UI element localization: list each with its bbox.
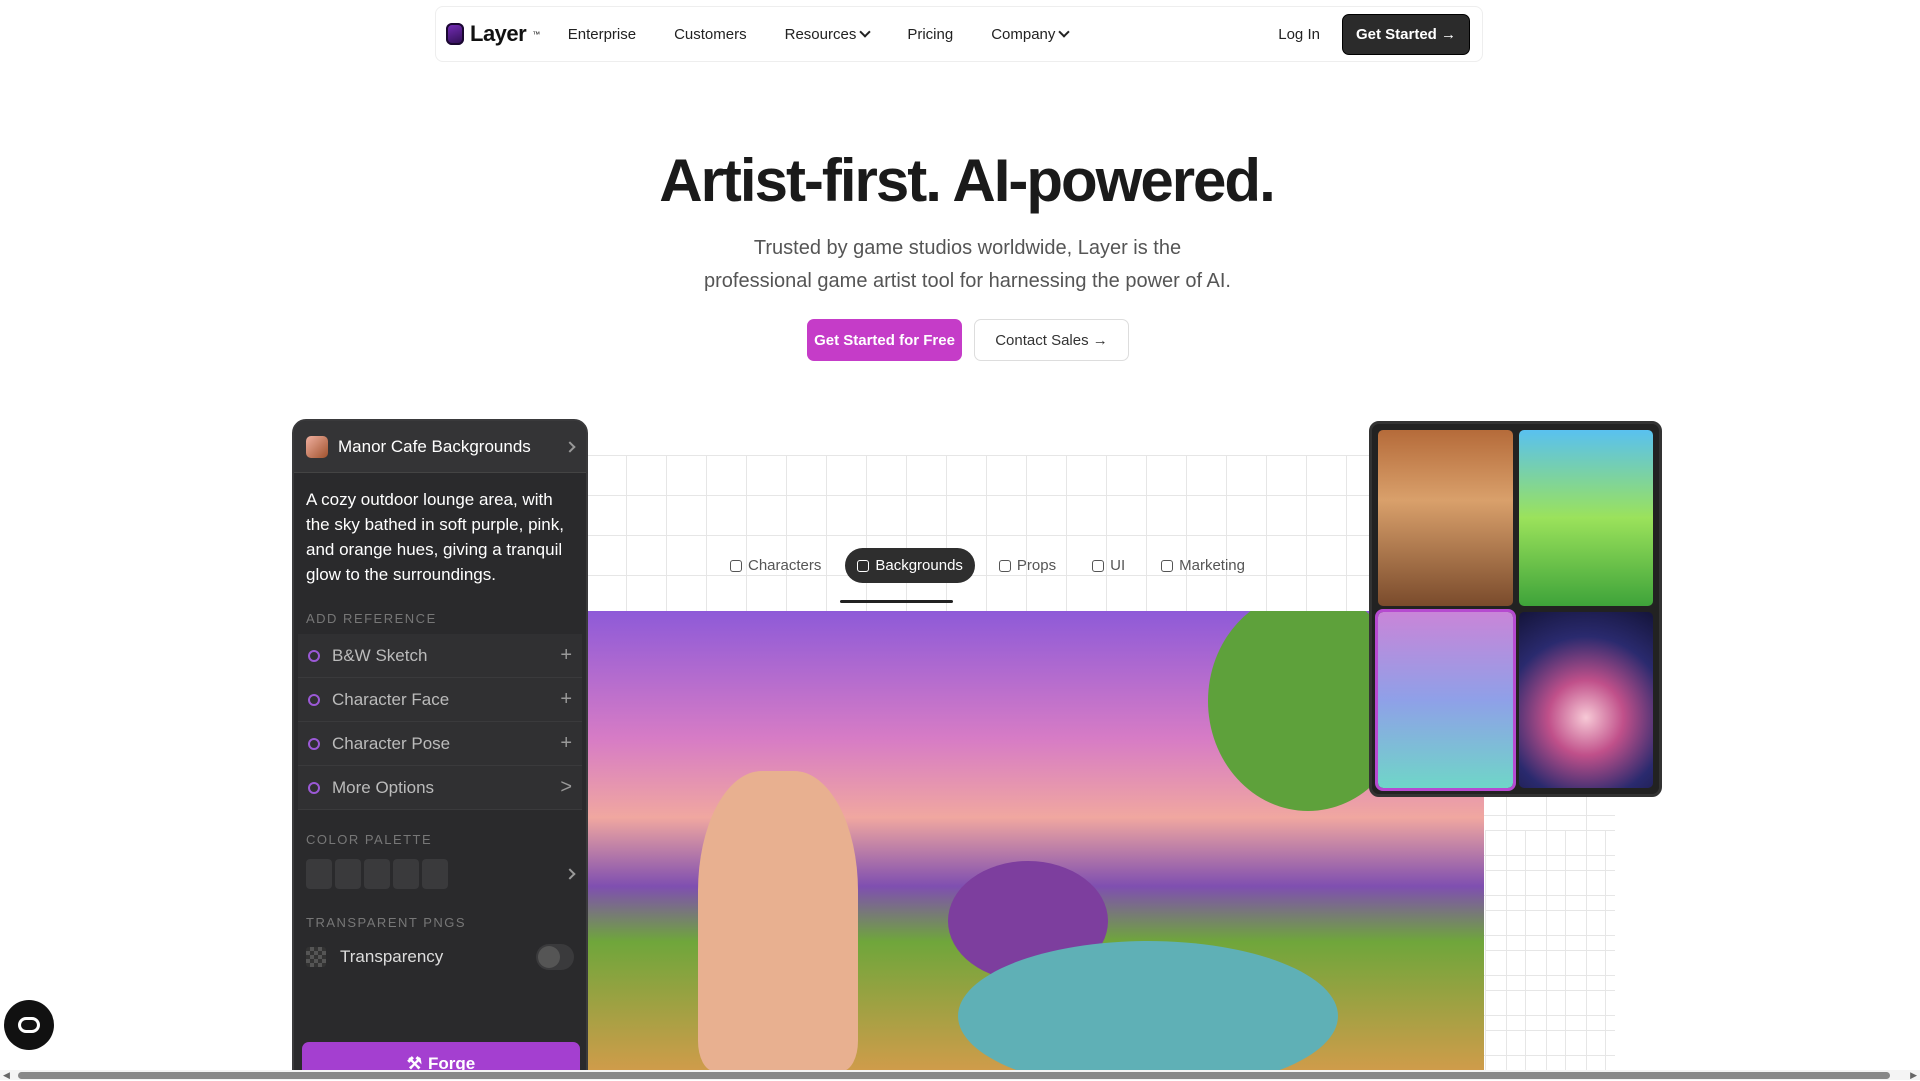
scroll-right-icon[interactable]: ▶ [1910,1070,1917,1081]
hero-subtitle: Trusted by game studios worldwide, Layer… [704,237,1231,292]
generated-gallery [1369,421,1662,797]
panel-title: Manor Cafe Backgrounds [338,436,531,456]
color-swatch[interactable] [335,859,361,889]
chevron-right-icon[interactable] [564,868,576,880]
gallery-thumb-cupcake[interactable] [1518,612,1653,788]
option-bw-sketch[interactable]: B&W Sketch + [298,634,582,678]
tab-backgrounds[interactable]: Backgrounds [845,548,975,583]
more-vertical-icon [308,781,320,794]
login-link[interactable]: Log In [1278,26,1320,43]
tab-label: Characters [748,557,822,574]
add-reference-label: ADD REFERENCE [306,611,437,626]
tab-characters[interactable]: Characters [718,548,833,583]
layer-logo-icon [446,23,464,45]
trademark: ™ [532,29,540,39]
gallery-thumb-fountain-selected[interactable] [1375,609,1516,791]
prompt-text[interactable]: A cozy outdoor lounge area, with the sky… [294,473,586,597]
plus-icon: + [560,732,572,754]
pose-icon [308,737,320,750]
category-tabs: Characters Backgrounds Props UI Marketin… [718,548,1257,583]
nav-item-company[interactable]: Company [991,25,1071,43]
color-palette[interactable] [294,855,586,893]
chat-icon [18,1017,40,1033]
logo[interactable]: Layer ™ [446,21,540,47]
gallery-thumb-desert[interactable] [1378,430,1513,606]
chevron-right-icon: > [560,776,572,798]
chevron-right-icon [564,440,576,453]
get-started-free-button[interactable]: Get Started for Free [807,319,962,361]
option-label: More Options [332,777,435,797]
chevron-down-icon [859,26,871,38]
nav-label: Enterprise [567,25,637,43]
chat-widget-button[interactable] [4,1000,54,1050]
get-started-button[interactable]: Get Started → [1341,13,1470,55]
gallery-thumb-bunnies[interactable] [1518,430,1653,606]
transparency-icon [306,947,326,967]
nav-item-resources[interactable]: Resources [784,25,871,43]
generated-background-image [588,611,1484,1070]
person-icon [730,559,742,572]
face-icon [308,693,320,706]
scrollbar-thumb[interactable] [18,1072,1890,1079]
nav-label: Customers [674,25,747,43]
option-more-options[interactable]: More Options > [298,766,582,810]
logo-text: Layer [470,21,527,46]
plus-icon: + [560,644,572,666]
option-label: Character Face [332,689,450,709]
nav-item-pricing[interactable]: Pricing [907,26,953,43]
chevron-down-icon [1058,26,1071,38]
top-navbar: Layer ™ Enterprise Customers Resources Pr… [435,6,1483,62]
scroll-left-icon[interactable]: ◀ [3,1070,10,1081]
transparency-label: Transparency [340,947,444,966]
tab-label: UI [1110,557,1126,574]
nav-label: Company [991,25,1056,43]
tab-label: Backgrounds [875,557,963,574]
horizontal-scrollbar[interactable]: ◀ ▶ [0,1070,1920,1080]
tab-marketing[interactable]: Marketing [1149,548,1257,583]
color-swatch[interactable] [364,859,390,889]
transparency-row: Transparency [294,938,586,976]
person-icon [998,559,1011,572]
nav-item-enterprise[interactable]: Enterprise [568,26,636,43]
color-swatch[interactable] [422,859,448,889]
card-icon [1161,559,1174,572]
grid-icon [1092,559,1105,572]
option-character-face[interactable]: Character Face + [298,678,582,722]
nav-actions: Log In Get Started → [1278,13,1470,55]
sketch-icon [308,649,320,662]
color-palette-label: COLOR PALETTE [306,832,433,847]
canvas-grid-edge [1485,830,1615,1070]
plus-icon: + [560,688,572,710]
color-swatch[interactable] [306,859,332,889]
generation-panel: Manor Cafe Backgrounds A cozy outdoor lo… [292,419,588,1080]
option-label: B&W Sketch [332,645,428,665]
option-character-pose[interactable]: Character Pose + [298,722,582,766]
transparent-pngs-label: TRANSPARENT PNGS [306,915,467,930]
nav-label: Pricing [907,25,954,43]
image-icon [857,559,870,572]
tab-ui[interactable]: UI [1080,548,1137,583]
nav-label: Resources [784,25,857,43]
panel-header[interactable]: Manor Cafe Backgrounds [294,421,586,473]
nav-item-customers[interactable]: Customers [674,26,747,43]
tab-label: Props [1016,557,1057,574]
tab-props[interactable]: Props [987,548,1068,583]
active-tab-indicator [840,600,953,603]
project-avatar [306,435,328,458]
color-swatch[interactable] [393,859,419,889]
contact-sales-button[interactable]: Contact Sales → [974,319,1129,361]
hero-title: Artist-first. AI-powered. [659,147,1275,214]
character-figure [698,771,858,1070]
tab-label: Marketing [1179,557,1245,574]
transparency-toggle[interactable] [536,944,574,970]
option-label: Character Pose [332,733,451,753]
